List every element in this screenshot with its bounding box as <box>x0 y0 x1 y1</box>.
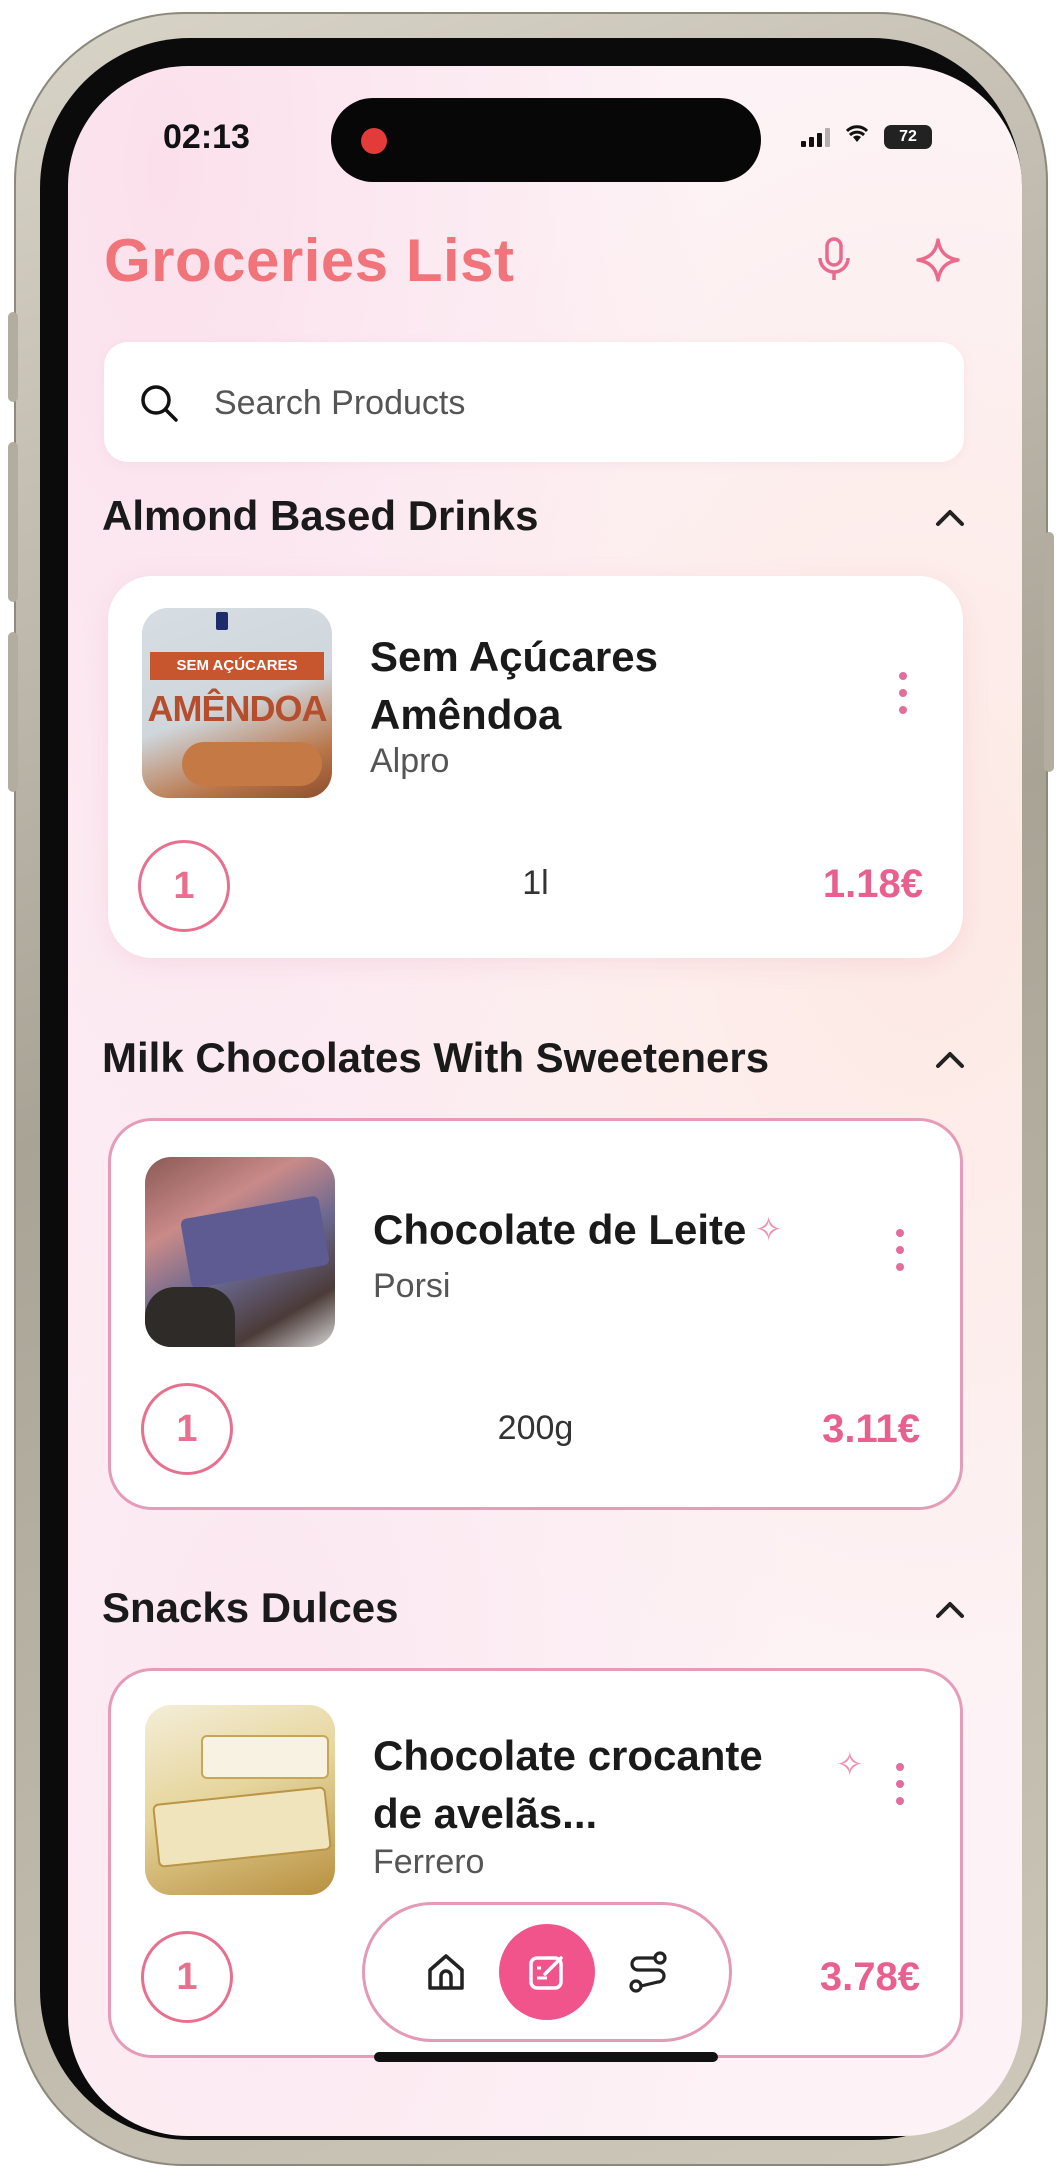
product-image-almond: SEM AÇÚCARES AMÊNDOA <box>142 608 332 798</box>
home-icon[interactable] <box>398 1924 494 2020</box>
product-brand: Alpro <box>370 742 450 780</box>
ai-sparkle-icon: ✧ <box>835 1746 865 1784</box>
section-title-milk-chocolates: Milk Chocolates With Sweeteners <box>102 1034 770 1081</box>
product-brand: Ferrero <box>373 1843 485 1881</box>
product-name: Chocolate crocante de avelãs... <box>373 1732 763 1837</box>
product-card[interactable]: Chocolate de Leite ✧ Porsi 1 200g 3.11€ <box>108 1118 963 1510</box>
volume-down-button <box>8 632 18 792</box>
search-input[interactable] <box>212 370 916 436</box>
product-name: Sem Açúcares Amêndoa <box>370 633 658 738</box>
dynamic-island <box>331 98 761 182</box>
product-image-chocolate <box>145 1157 335 1347</box>
battery-icon: 72 <box>884 124 932 149</box>
product-price: 3.78€ <box>819 1955 920 1999</box>
product-image-ferrero <box>145 1705 335 1895</box>
collapse-chevron-up-icon[interactable] <box>930 498 970 538</box>
section-title-snacks-dulces: Snacks Dulces <box>102 1584 399 1631</box>
search-icon <box>141 385 178 422</box>
power-button <box>1044 532 1054 772</box>
mic-icon[interactable] <box>806 232 862 288</box>
wifi-icon <box>844 124 870 149</box>
product-card[interactable]: SEM AÇÚCARES AMÊNDOA Sem Açúcares Amêndo… <box>108 576 963 958</box>
ai-sparkle-icon: ✧ <box>754 1211 783 1249</box>
status-time: 02:13 <box>163 118 250 156</box>
list-edit-icon[interactable] <box>498 1924 595 2020</box>
collapse-chevron-up-icon[interactable] <box>930 1040 970 1080</box>
section-title-almond-based-drinks: Almond Based Drinks <box>102 492 539 539</box>
signal-icon <box>801 127 830 147</box>
product-brand: Porsi <box>373 1267 451 1305</box>
recording-indicator-icon <box>361 128 387 154</box>
app-screen: 02:13 72 Groceries List Almond Based Dri… <box>68 66 1022 2136</box>
more-options-icon[interactable] <box>893 672 913 714</box>
product-price: 3.11€ <box>822 1407 920 1451</box>
collapse-chevron-up-icon[interactable] <box>930 1590 970 1630</box>
side-button <box>8 312 18 402</box>
quantity-badge[interactable]: 1 <box>141 1931 233 2023</box>
more-options-icon[interactable] <box>890 1763 910 1805</box>
sparkle-icon[interactable] <box>910 232 966 288</box>
page-title: Groceries List <box>104 227 515 294</box>
product-price: 1.18€ <box>822 862 923 906</box>
route-icon[interactable] <box>600 1924 696 2020</box>
bottom-nav <box>362 1902 732 2042</box>
search-bar[interactable] <box>104 342 964 462</box>
status-icons: 72 <box>801 124 932 149</box>
more-options-icon[interactable] <box>890 1229 910 1271</box>
product-name: Chocolate de Leite ✧ <box>373 1201 783 1259</box>
volume-up-button <box>8 442 18 602</box>
home-indicator <box>374 2052 718 2062</box>
